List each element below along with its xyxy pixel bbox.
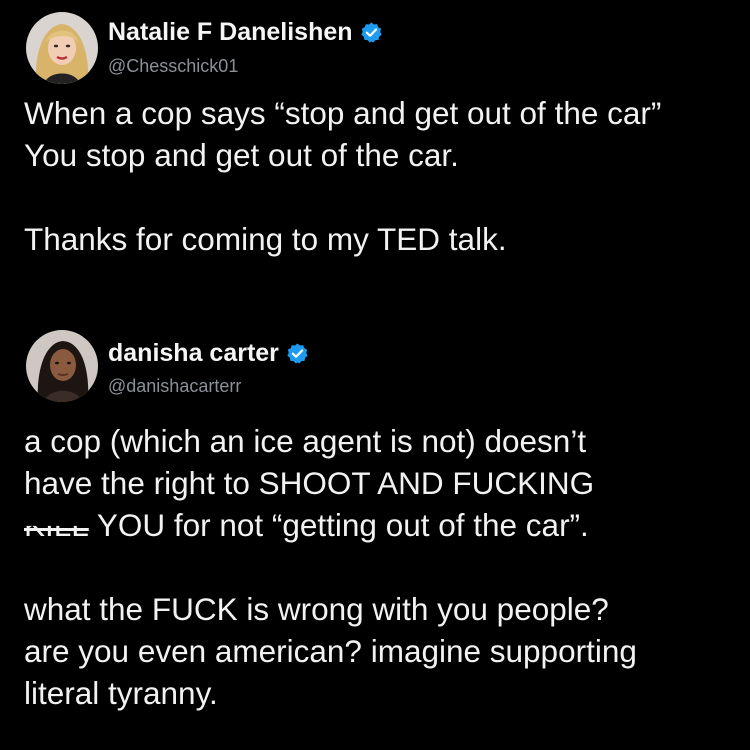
- display-name[interactable]: Natalie F Danelishen: [108, 18, 353, 47]
- tweet-line: a cop (which an ice agent is not) doesn’…: [24, 423, 587, 459]
- avatar[interactable]: [26, 330, 98, 402]
- tweet-line: what the FUCK is wrong with you people?: [24, 591, 609, 627]
- redacted-word: KILL: [24, 526, 89, 546]
- tweet-line: literal tyranny.: [24, 675, 218, 711]
- avatar[interactable]: [26, 12, 98, 84]
- tweet-line-redacted: KILL YOU for not “getting out of the car”…: [24, 504, 734, 546]
- handle[interactable]: @Chesschick01: [108, 56, 238, 77]
- handle[interactable]: @danishacarterr: [108, 376, 241, 397]
- display-name[interactable]: danisha carter: [108, 339, 279, 368]
- tweet-text: When a cop says “stop and get out of the…: [24, 92, 734, 260]
- tweet-line-rest: YOU for not “getting out of the car”.: [96, 507, 589, 543]
- name-row: Natalie F Danelishen: [108, 18, 383, 47]
- verified-badge-icon: [286, 342, 309, 365]
- tweet-line: are you even american? imagine supportin…: [24, 633, 637, 669]
- tweet-line: You stop and get out of the car.: [24, 137, 459, 173]
- verified-badge-icon: [360, 21, 383, 44]
- avatar-dark-hair-woman-icon: [26, 330, 98, 402]
- tweet-line: Thanks for coming to my TED talk.: [24, 221, 507, 257]
- tweet-text: a cop (which an ice agent is not) doesn’…: [24, 420, 734, 714]
- tweet-line: When a cop says “stop and get out of the…: [24, 95, 662, 131]
- name-row: danisha carter: [108, 339, 309, 368]
- tweet-line: have the right to SHOOT AND FUCKING: [24, 465, 595, 501]
- avatar-blonde-woman-icon: [26, 12, 98, 84]
